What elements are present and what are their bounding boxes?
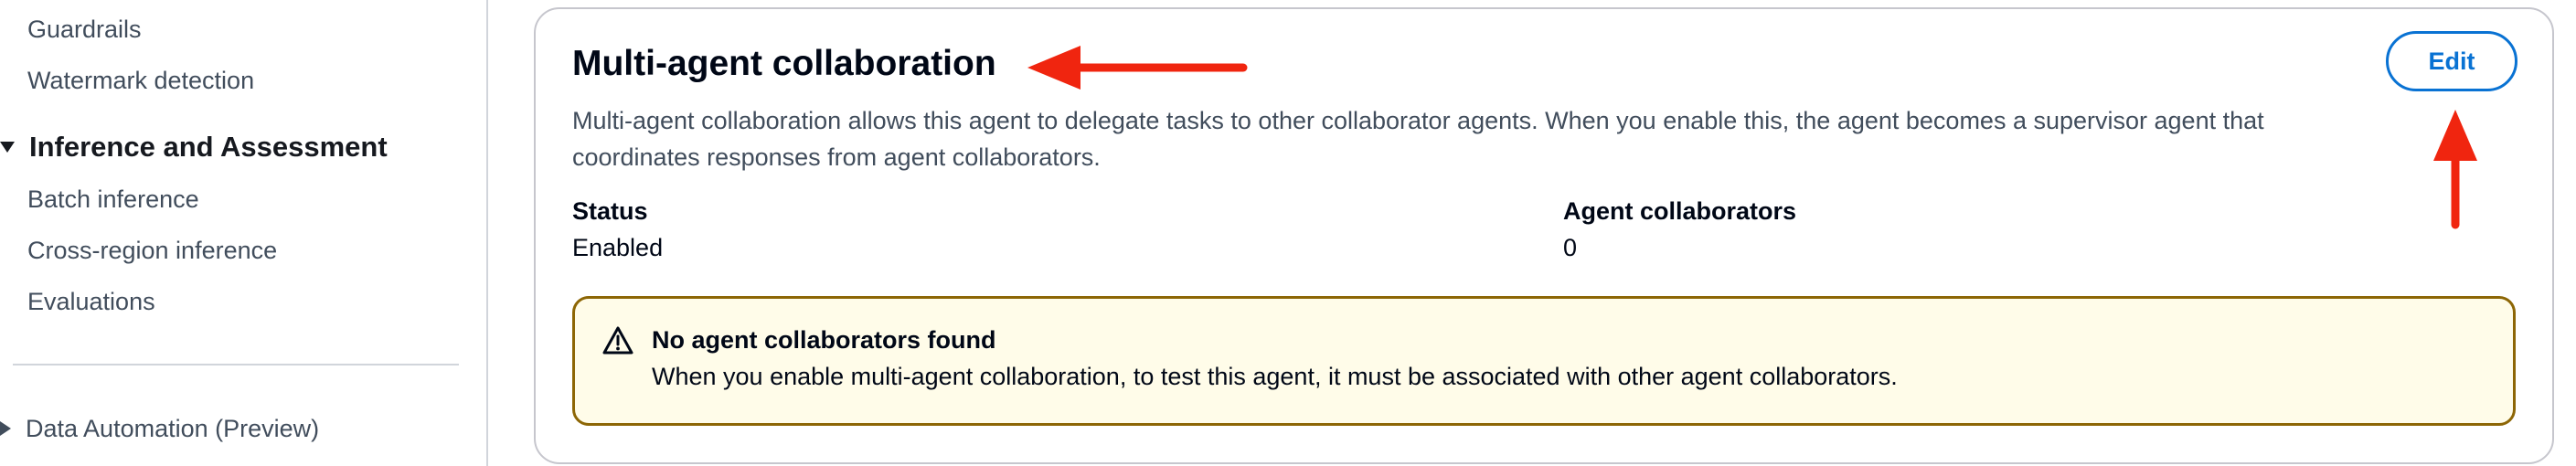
nav-link-guardrails[interactable]: Guardrails (27, 14, 142, 45)
card-description: Multi-agent collaboration allows this ag… (572, 107, 2264, 171)
warning-alert: No agent collaborators found When you en… (572, 296, 2516, 426)
card-title: Multi-agent collaboration (572, 44, 996, 83)
status-label: Status (572, 197, 648, 225)
sidebar-divider (13, 364, 459, 365)
edit-button[interactable]: Edit (2386, 31, 2517, 91)
agent-collaborators-value: 0 (1563, 234, 1578, 261)
nav-section-label: Data Automation (Preview) (26, 415, 320, 442)
alert-title: No agent collaborators found (652, 326, 996, 354)
warning-icon (602, 326, 633, 355)
alert-message: When you enable multi-agent collaboratio… (652, 363, 1898, 390)
nav-link-cross-region-inference[interactable]: Cross-region inference (27, 235, 277, 266)
nav-link-watermark-detection[interactable]: Watermark detection (27, 65, 254, 96)
status-value: Enabled (572, 234, 664, 261)
nav-section-data-automation[interactable]: Data Automation (Preview) (0, 413, 319, 444)
nav-link-evaluations[interactable]: Evaluations (27, 286, 155, 317)
nav-link-batch-inference[interactable]: Batch inference (27, 184, 199, 215)
multi-agent-collaboration-card: Multi-agent collaboration Edit Multi-age… (534, 7, 2554, 464)
nav-section-inference-and-assessment[interactable]: Inference and Assessment (0, 130, 388, 164)
page-root: Guardrails Watermark detection Inference… (0, 0, 2576, 466)
caret-down-icon (0, 142, 15, 153)
side-navigation: Guardrails Watermark detection Inference… (0, 0, 488, 466)
nav-section-label: Inference and Assessment (29, 131, 388, 163)
agent-collaborators-label: Agent collaborators (1563, 197, 1797, 225)
caret-right-icon (0, 421, 11, 436)
